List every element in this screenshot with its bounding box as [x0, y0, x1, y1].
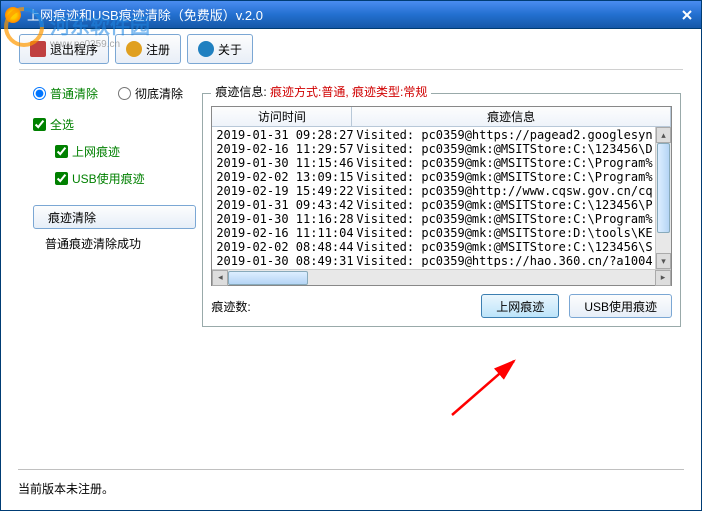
mode-normal-label: 普通清除 [50, 85, 98, 102]
col-time[interactable]: 访问时间 [212, 107, 352, 126]
trace-tree: 全选 上网痕迹 USB使用痕迹 [21, 116, 196, 187]
table-row[interactable]: 2019-02-02 13:09:15Visited: pc0359@mk:@M… [216, 170, 667, 184]
trace-count-label: 痕迹数: [211, 298, 471, 315]
about-icon [198, 41, 214, 57]
register-icon [126, 41, 142, 57]
tree-web-traces[interactable]: 上网痕迹 [33, 143, 196, 160]
tree-usb-traces[interactable]: USB使用痕迹 [33, 170, 196, 187]
trace-info-panel: 痕迹信息: 痕迹方式:普通, 痕迹类型:常规 访问时间 痕迹信息 2019-01… [202, 85, 681, 327]
mode-radio-group: 普通清除 彻底清除 [21, 85, 196, 102]
trace-table: 访问时间 痕迹信息 2019-01-31 09:28:27Visited: pc… [211, 106, 672, 286]
window-title: 上网痕迹和USB痕迹清除（免费版）v.2.0 [27, 5, 677, 24]
clear-traces-button[interactable]: 痕迹清除 [33, 205, 196, 229]
table-row[interactable]: 2019-01-31 09:28:27Visited: pc0359@https… [216, 128, 667, 142]
web-traces-button[interactable]: 上网痕迹 [481, 294, 559, 318]
table-header: 访问时间 痕迹信息 [212, 107, 671, 127]
horizontal-scrollbar[interactable]: ◂▸ [212, 269, 671, 285]
tree-select-all[interactable]: 全选 [33, 116, 196, 133]
app-icon [5, 7, 21, 23]
about-button[interactable]: 关于 [187, 34, 253, 64]
exit-icon [30, 41, 46, 57]
about-label: 关于 [218, 41, 242, 58]
footer-text: 当前版本未注册。 [18, 480, 684, 497]
table-row[interactable]: 2019-01-31 09:43:42Visited: pc0359@mk:@M… [216, 198, 667, 212]
footer: 当前版本未注册。 [0, 461, 702, 511]
table-row[interactable]: 2019-02-02 08:48:44Visited: pc0359@mk:@M… [216, 240, 667, 254]
table-body[interactable]: 2019-01-31 09:28:27Visited: pc0359@https… [212, 127, 671, 267]
table-row[interactable]: 2019-02-19 15:49:22Visited: pc0359@http:… [216, 184, 667, 198]
close-button[interactable] [677, 5, 697, 25]
register-button[interactable]: 注册 [115, 34, 181, 64]
exit-label: 退出程序 [50, 41, 98, 58]
usb-traces-button[interactable]: USB使用痕迹 [569, 294, 672, 318]
mode-normal-radio[interactable]: 普通清除 [33, 85, 98, 102]
register-label: 注册 [146, 41, 170, 58]
table-row[interactable]: 2019-02-16 11:11:04Visited: pc0359@mk:@M… [216, 226, 667, 240]
table-row[interactable]: 2019-01-30 11:16:28Visited: pc0359@mk:@M… [216, 212, 667, 226]
col-info[interactable]: 痕迹信息 [352, 107, 671, 126]
close-icon [681, 9, 693, 21]
mode-deep-radio[interactable]: 彻底清除 [118, 85, 183, 102]
vertical-scrollbar[interactable]: ▴▾ [655, 127, 671, 269]
title-bar: 上网痕迹和USB痕迹清除（免费版）v.2.0 [1, 1, 701, 29]
mode-deep-label: 彻底清除 [135, 85, 183, 102]
table-row[interactable]: 2019-01-30 08:49:31Visited: pc0359@https… [216, 254, 667, 267]
status-message: 普通痕迹清除成功 [33, 229, 196, 258]
table-row[interactable]: 2019-02-16 11:29:57Visited: pc0359@mk:@M… [216, 142, 667, 156]
toolbar: 退出程序 注册 关于 [1, 29, 701, 69]
table-row[interactable]: 2019-01-30 11:15:46Visited: pc0359@mk:@M… [216, 156, 667, 170]
exit-button[interactable]: 退出程序 [19, 34, 109, 64]
trace-info-legend: 痕迹信息: 痕迹方式:普通, 痕迹类型:常规 [211, 83, 431, 100]
